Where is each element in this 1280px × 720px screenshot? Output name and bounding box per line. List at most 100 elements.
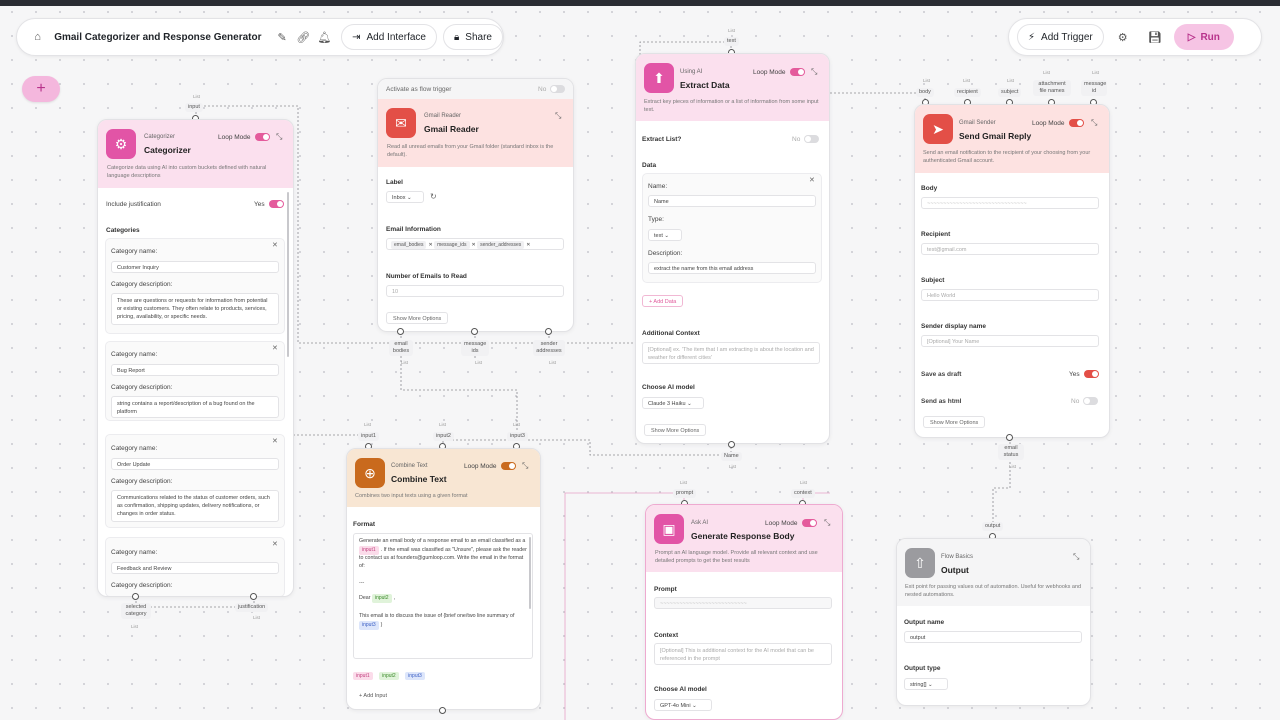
collapse-icon[interactable]: ⤡ (276, 132, 282, 142)
category-description-field[interactable]: These are questions or requests for info… (111, 293, 279, 325)
num-emails-field[interactable]: 10 (386, 285, 564, 297)
collapse-icon[interactable]: ⤡ (811, 67, 817, 77)
extract-list-toggle[interactable]: No (792, 135, 820, 143)
add-interface-button[interactable]: ⇥ Add Interface (341, 24, 437, 50)
sender-name-field[interactable]: [Optional] Your Name (921, 335, 1099, 347)
show-more-options-button[interactable]: Show More Options (644, 424, 707, 436)
output-node[interactable]: ⇧ Flow Basics Output ⤡ Exit point for pa… (896, 538, 1091, 706)
category-card: ✕ Category name: Bug Report Category des… (105, 341, 285, 421)
loop-mode-toggle[interactable]: Loop Mode (1032, 119, 1084, 127)
output-handle[interactable] (471, 328, 478, 335)
run-button[interactable]: ▷ Run (1173, 24, 1234, 50)
category-card: ✕ Category name: Order Update Category d… (105, 434, 285, 528)
loop-mode-toggle[interactable]: Loop Mode (753, 68, 805, 76)
add-data-button[interactable]: + Add Data (642, 295, 684, 307)
data-field-card: ✕ Name: Name Type: text ⌄ Description: e… (642, 173, 822, 283)
close-icon[interactable]: ✕ (272, 344, 278, 352)
categorizer-node[interactable]: ⚙ Categorizer Categorizer Loop Mode ⤡ Ca… (97, 119, 294, 597)
gmail-reader-node[interactable]: Activate as flow trigger No ✉ Gmail Read… (377, 78, 574, 332)
show-more-options-button[interactable]: Show More Options (386, 312, 449, 324)
type-select[interactable]: text ⌄ (648, 229, 682, 241)
output-handle[interactable] (728, 441, 735, 448)
category-name-field[interactable]: Feedback and Review (111, 562, 279, 574)
send-html-toggle[interactable]: No (1071, 397, 1099, 405)
bell-icon[interactable]: 🔔︎ (314, 24, 335, 50)
subject-field[interactable]: Hello World (921, 289, 1099, 301)
output-handle[interactable] (439, 707, 446, 714)
close-icon[interactable]: ✕ (272, 241, 278, 249)
close-icon[interactable]: ✕ (809, 176, 815, 184)
categorizer-icon: ⚙ (106, 129, 136, 159)
email-info-multiselect[interactable]: email_bodies ✕ message_ids ✕ sender_addres… (386, 238, 564, 250)
toggle-switch[interactable] (254, 133, 270, 141)
combine-text-node[interactable]: ⊕ Combine Text Combine Text Loop Mode ⤡ … (346, 448, 541, 710)
output-type-select[interactable]: string[] ⌄ (904, 678, 948, 690)
body-field[interactable]: ~~~~~~~~~~~~~~~~~~~~~~~~~~~~~~~ (921, 197, 1099, 209)
model-select[interactable]: Claude 3 Haiku ⌄ (642, 397, 704, 409)
category-name-field[interactable]: Bug Report (111, 364, 279, 376)
collapse-icon[interactable]: ⤡ (824, 518, 830, 528)
additional-context-field[interactable]: [Optional] ex. 'The item that I am extra… (642, 342, 820, 364)
category-description-field[interactable]: Communications related to the status of … (111, 490, 279, 522)
category-card: ✕ Category name: Feedback and Review Cat… (105, 537, 285, 596)
edit-icon[interactable]: ✎ (271, 24, 292, 50)
list-hint: List (193, 94, 201, 99)
context-field[interactable]: [Optional] This is additional context fo… (654, 643, 832, 665)
share-button[interactable]: 🔒︎ Share (442, 24, 503, 50)
output-handle[interactable] (545, 328, 552, 335)
collapse-icon[interactable]: ⤡ (555, 111, 561, 121)
category-name-field[interactable]: Customer Inquiry (111, 261, 279, 273)
model-select[interactable]: GPT-4o Mini ⌄ (654, 699, 712, 711)
add-input-button[interactable]: + Add Input (359, 693, 387, 699)
output-name-field[interactable]: output (904, 631, 1082, 643)
trigger-toggle[interactable]: No (538, 85, 566, 93)
link-icon[interactable]: 🔗︎ (293, 24, 314, 50)
trigger-bar: Activate as flow trigger No (378, 79, 573, 99)
label-select[interactable]: Inbox ⌄ (386, 191, 424, 203)
webhook-icon[interactable]: ⚙ (1110, 24, 1136, 50)
close-icon[interactable]: ✕ (272, 437, 278, 445)
refresh-icon[interactable]: ↻ (430, 192, 437, 201)
add-node-button[interactable]: + (22, 76, 60, 102)
close-icon[interactable]: ✕ (272, 540, 278, 548)
justification-toggle[interactable]: Yes (254, 200, 284, 208)
collapse-icon[interactable]: ⤡ (522, 461, 528, 471)
lightning-icon: ⚡︎ (1028, 31, 1036, 43)
category-description-field[interactable]: string contains a report/description of … (111, 396, 279, 418)
scrollbar[interactable] (529, 537, 531, 609)
loop-mode-toggle[interactable]: Loop Mode (765, 519, 817, 527)
generate-response-body-node[interactable]: ▣ Ask AI Generate Response Body Loop Mod… (645, 504, 843, 720)
data-name-field[interactable]: Name (648, 195, 816, 207)
save-icon[interactable]: 💾︎ (1142, 24, 1168, 50)
collapse-icon[interactable]: ⤡ (1091, 118, 1097, 128)
variable-chip[interactable]: input1 (353, 672, 373, 680)
format-editor[interactable]: Generate an email body of a response ema… (353, 533, 533, 659)
data-description-field[interactable]: extract the name from this email address (648, 262, 816, 274)
workflow-title[interactable]: Gmail Categorizer and Response Generator (54, 32, 261, 43)
loop-mode-toggle[interactable]: Loop Mode (464, 462, 516, 470)
collapse-icon[interactable]: ⤡ (1073, 552, 1079, 562)
combine-icon: ⊕ (355, 458, 385, 488)
node-header: ✉ Gmail Reader Gmail Reader ⤡ Read all u… (378, 99, 573, 167)
scrollbar[interactable] (287, 192, 289, 357)
variable-chip[interactable]: input2 (379, 672, 399, 680)
home-icon[interactable]: ⌂ (27, 24, 48, 50)
output-handle[interactable] (1006, 434, 1013, 441)
variable-chip[interactable]: input3 (405, 672, 425, 680)
send-gmail-reply-node[interactable]: ➤ Gmail Sender Send Gmail Reply Loop Mod… (914, 104, 1110, 438)
workflow-header: ⌂ Gmail Categorizer and Response Generat… (16, 18, 504, 56)
output-handle[interactable] (250, 593, 257, 600)
output-handle[interactable] (397, 328, 404, 335)
node-header: ⇧ Flow Basics Output ⤡ Exit point for pa… (897, 539, 1090, 606)
category-name-field[interactable]: Order Update (111, 458, 279, 470)
show-more-options-button[interactable]: Show More Options (923, 416, 986, 428)
category-card: ✕ Category name: Customer Inquiry Catego… (105, 238, 285, 334)
save-draft-toggle[interactable]: Yes (1069, 370, 1099, 378)
extract-data-node[interactable]: ⬆ Using AI Extract Data Loop Mode ⤡ Extr… (635, 53, 830, 444)
loop-mode-toggle[interactable]: Loop Mode (218, 133, 270, 141)
prompt-field[interactable]: ~~~~~~~~~~~~~~~~~~~~~~~~~~~ (654, 597, 832, 609)
recipient-field[interactable]: test@gmail.com (921, 243, 1099, 255)
export-icon: ⇧ (905, 548, 935, 578)
add-trigger-button[interactable]: ⚡︎ Add Trigger (1017, 24, 1104, 50)
output-handle[interactable] (132, 593, 139, 600)
